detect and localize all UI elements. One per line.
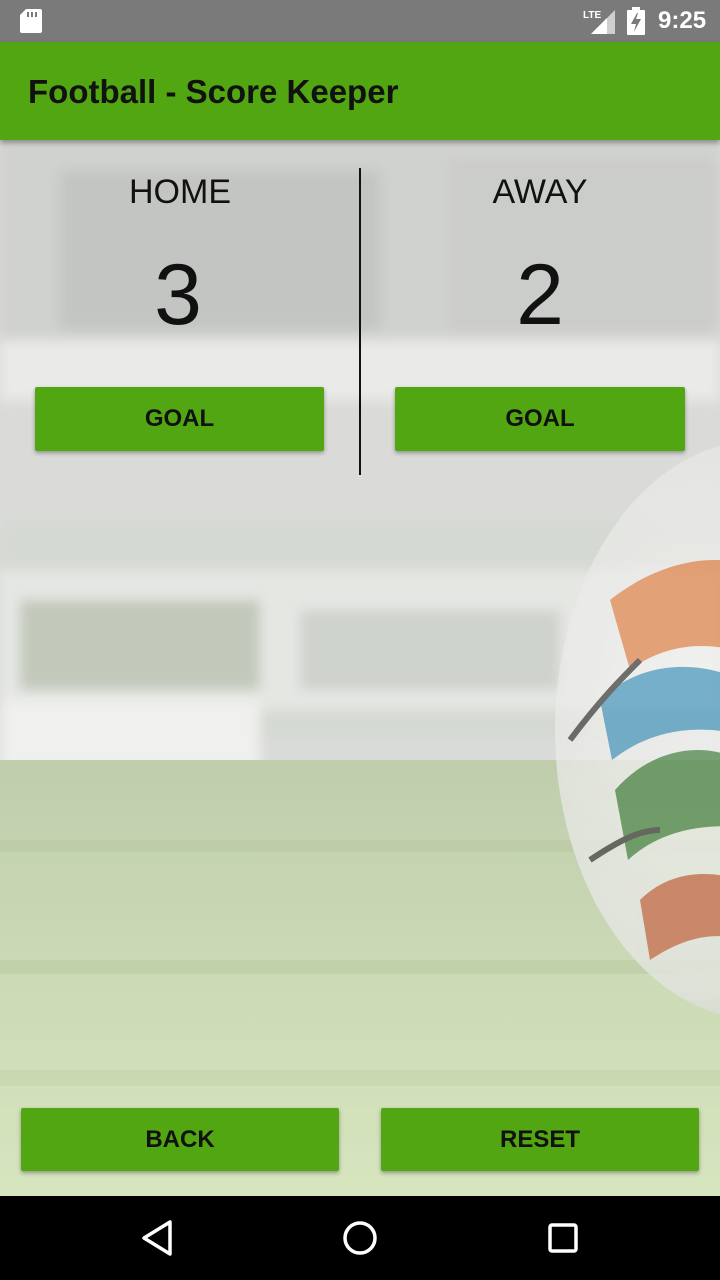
battery-charging-icon (627, 7, 645, 35)
signal-icon: LTE (583, 10, 615, 34)
app-bar: Football - Score Keeper (0, 42, 720, 140)
status-bar: LTE 9:25 (0, 0, 720, 42)
reset-button[interactable]: RESET (381, 1108, 699, 1171)
nav-recents-icon[interactable] (541, 1216, 585, 1260)
away-score: 2 (516, 247, 564, 343)
navigation-bar (0, 1196, 720, 1280)
nav-back-icon[interactable] (136, 1216, 180, 1260)
team-divider (359, 168, 361, 475)
home-team-label: HOME (129, 173, 231, 211)
sd-card-icon (20, 9, 42, 33)
away-goal-button[interactable]: GOAL (395, 387, 685, 451)
network-type-label: LTE (583, 10, 601, 21)
status-clock: 9:25 (658, 7, 707, 34)
app-title: Football - Score Keeper (28, 73, 399, 110)
home-goal-button[interactable]: GOAL (35, 387, 324, 451)
nav-home-icon[interactable] (338, 1216, 382, 1260)
score-screen: HOME AWAY 3 2 GOAL GOAL BACK RESET (0, 140, 720, 1196)
back-button[interactable]: BACK (21, 1108, 339, 1171)
away-team-label: AWAY (492, 173, 588, 211)
home-score: 3 (154, 247, 202, 343)
